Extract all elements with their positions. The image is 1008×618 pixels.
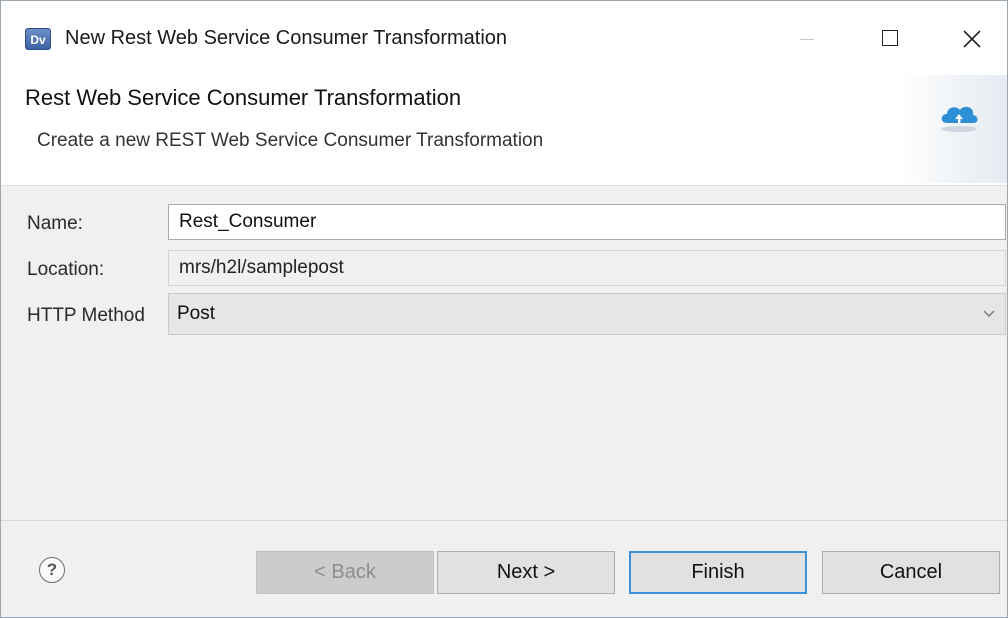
http-method-select[interactable]: Post bbox=[168, 293, 1006, 335]
http-method-value: Post bbox=[177, 303, 216, 324]
location-field[interactable]: mrs/h2l/samplepost bbox=[168, 250, 1006, 286]
button-bar: ? < Back Next > Finish Cancel bbox=[1, 521, 1007, 617]
cancel-button[interactable]: Cancel bbox=[822, 551, 1000, 594]
name-field[interactable]: Rest_Consumer bbox=[168, 204, 1006, 240]
name-label: Name: bbox=[27, 213, 83, 234]
form-area: Name: Rest_Consumer Location: mrs/h2l/sa… bbox=[1, 186, 1007, 521]
title-bar[interactable]: Dv New Rest Web Service Consumer Transfo… bbox=[1, 1, 1007, 75]
chevron-down-icon bbox=[983, 310, 995, 317]
maximize-button[interactable] bbox=[867, 21, 913, 57]
app-logo-icon: Dv bbox=[25, 28, 51, 50]
wizard-header: Rest Web Service Consumer Transformation… bbox=[1, 75, 1007, 186]
window-title: New Rest Web Service Consumer Transforma… bbox=[65, 27, 508, 49]
minimize-button[interactable] bbox=[783, 21, 829, 57]
cloud-icon bbox=[941, 106, 978, 132]
help-icon[interactable]: ? bbox=[39, 557, 65, 583]
finish-button[interactable]: Finish bbox=[629, 551, 807, 594]
back-button[interactable]: < Back bbox=[256, 551, 434, 594]
next-button[interactable]: Next > bbox=[437, 551, 615, 594]
page-description: Create a new REST Web Service Consumer T… bbox=[37, 130, 544, 151]
dialog-window: Dv New Rest Web Service Consumer Transfo… bbox=[0, 0, 1008, 618]
close-icon bbox=[963, 30, 981, 48]
location-label: Location: bbox=[27, 259, 105, 280]
close-button[interactable] bbox=[949, 21, 995, 57]
http-method-label: HTTP Method bbox=[27, 305, 145, 326]
page-title: Rest Web Service Consumer Transformation bbox=[25, 85, 462, 110]
wizard-banner bbox=[897, 75, 1007, 183]
